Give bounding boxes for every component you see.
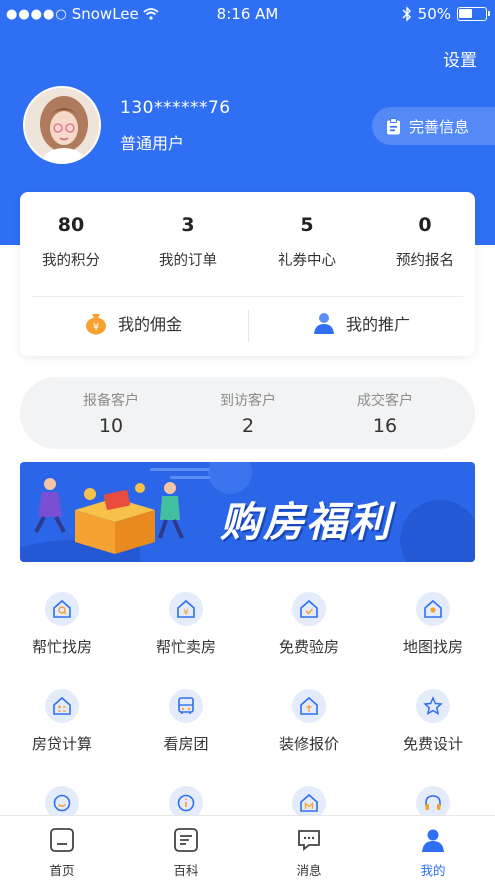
service-label: 帮忙卖房: [155, 638, 216, 656]
my-promotion-link[interactable]: 我的推广: [312, 311, 410, 335]
customer-count: 2: [241, 415, 255, 437]
stat-coupons[interactable]: 5 礼券中心: [252, 214, 362, 270]
tab-label: 百科: [173, 863, 199, 878]
divider: [32, 296, 463, 297]
customer-label: 报备客户: [83, 393, 139, 409]
my-commission-link[interactable]: ¥ 我的佣金: [84, 311, 182, 335]
customer-label: 成交客户: [357, 393, 413, 409]
service-label: 房贷计算: [31, 735, 92, 753]
stat-number: 3: [181, 214, 195, 236]
stat-number: 5: [300, 214, 314, 236]
status-bar: ●●●●○ SnowLee 8:16 AM 50%: [0, 0, 495, 28]
clipboard-icon: [387, 117, 400, 134]
bluetooth-icon: [402, 6, 411, 22]
stats-card: 80 我的积分 3 我的订单 5 礼券中心 0 预约报名 ¥ 我的佣金 我的推广: [20, 192, 475, 356]
settings-link[interactable]: 设置: [443, 46, 477, 71]
battery-icon: [457, 7, 490, 21]
customer-count: 16: [372, 415, 398, 437]
map-pin-icon: [416, 592, 450, 626]
house-check-icon: [292, 592, 326, 626]
star-design-icon: [416, 689, 450, 723]
service-label: 看房团: [163, 735, 209, 753]
stat-number: 0: [418, 214, 432, 236]
stat-label: 我的积分: [42, 253, 100, 269]
avatar[interactable]: [23, 86, 101, 164]
customer-summary: 报备客户 10 到访客户 2 成交客户 16: [20, 377, 475, 449]
service-label: 免费验房: [278, 638, 339, 656]
visited-customers[interactable]: 到访客户 2: [193, 390, 303, 437]
svg-text:¥: ¥: [93, 322, 99, 333]
stat-orders[interactable]: 3 我的订单: [133, 214, 243, 270]
tab-label: 首页: [49, 863, 75, 878]
house-price-icon: [292, 689, 326, 723]
tab-profile[interactable]: 我的: [371, 826, 495, 879]
svg-text:¥: ¥: [183, 608, 189, 618]
service-inspection[interactable]: 免费验房: [247, 592, 371, 657]
stat-label: 我的订单: [159, 253, 217, 269]
bus-icon: [169, 689, 203, 723]
profile-icon: [371, 826, 495, 854]
service-loan-calculator[interactable]: 房贷计算: [0, 689, 124, 754]
service-label: 地图找房: [402, 638, 463, 656]
money-bag-icon: ¥: [86, 314, 106, 335]
service-label: 免费设计: [402, 735, 463, 753]
customer-count: 10: [98, 415, 124, 437]
service-sell-house[interactable]: ¥ 帮忙卖房: [124, 592, 248, 657]
calculator-icon: [45, 689, 79, 723]
stat-label: 礼券中心: [278, 253, 336, 269]
reported-customers[interactable]: 报备客户 10: [56, 390, 166, 437]
stat-number: 80: [57, 214, 85, 236]
complete-info-label: 完善信息: [409, 117, 470, 136]
battery-percent: 50%: [417, 5, 451, 23]
tab-messages[interactable]: 消息: [247, 826, 371, 879]
service-find-house[interactable]: 帮忙找房: [0, 592, 124, 657]
service-map-search[interactable]: 地图找房: [371, 592, 495, 657]
service-decoration-quote[interactable]: 装修报价: [247, 689, 371, 754]
user-phone: 130******76: [120, 98, 231, 118]
user-type: 普通用户: [120, 134, 185, 153]
person-icon: [314, 313, 334, 334]
tab-label: 消息: [296, 863, 322, 878]
promotion-label: 我的推广: [346, 315, 411, 334]
stat-points[interactable]: 80 我的积分: [16, 214, 126, 270]
encyclopedia-icon: [124, 826, 248, 854]
promo-banner[interactable]: 购房福利: [20, 462, 475, 562]
service-free-design[interactable]: 免费设计: [371, 689, 495, 754]
message-icon: [247, 826, 371, 854]
closed-customers[interactable]: 成交客户 16: [330, 390, 440, 437]
house-search-icon: [45, 592, 79, 626]
bottom-tab-bar: 首页 百科 消息 我的: [0, 815, 495, 881]
tab-label: 我的: [420, 863, 446, 878]
stat-label: 预约报名: [396, 253, 454, 269]
service-label: 帮忙找房: [31, 638, 92, 656]
service-viewing-tour[interactable]: 看房团: [124, 689, 248, 754]
tab-encyclopedia[interactable]: 百科: [124, 826, 248, 879]
service-label: 装修报价: [278, 735, 339, 753]
customer-label: 到访客户: [220, 393, 276, 409]
home-icon: [0, 826, 124, 854]
complete-info-button[interactable]: 完善信息: [372, 107, 495, 145]
house-yen-icon: ¥: [169, 592, 203, 626]
banner-title: 购房福利: [220, 498, 392, 546]
commission-label: 我的佣金: [118, 315, 183, 334]
divider: [248, 310, 249, 342]
stat-reservations[interactable]: 0 预约报名: [370, 214, 480, 270]
tab-home[interactable]: 首页: [0, 826, 124, 879]
